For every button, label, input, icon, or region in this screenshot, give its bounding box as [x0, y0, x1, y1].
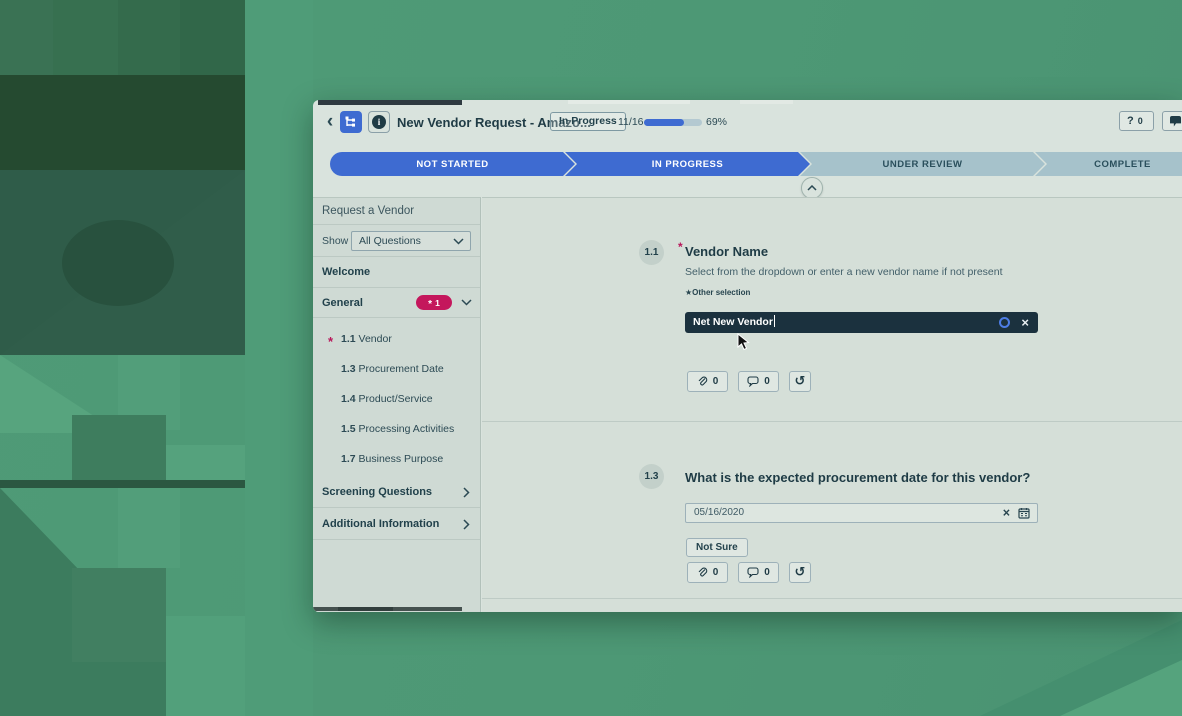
asterisk-icon: *: [428, 301, 432, 309]
clear-date-icon[interactable]: ×: [1003, 504, 1010, 522]
section-divider: [482, 421, 1182, 422]
not-sure-button[interactable]: Not Sure: [686, 538, 748, 557]
question-number-badge: 1.3: [639, 464, 664, 489]
show-filter-row: Show All Questions: [313, 225, 480, 257]
info-button[interactable]: i: [368, 111, 390, 133]
required-count-badge: * 1: [416, 295, 452, 310]
history-icon: ↺: [795, 372, 806, 391]
sidebar-bottom-strip: [313, 607, 462, 611]
progress-bar: [644, 119, 702, 126]
workflow-tree-button[interactable]: [340, 111, 362, 133]
other-selection-tag: ★Other selection: [685, 288, 750, 297]
stage-not-started[interactable]: NOT STARTED: [330, 152, 575, 176]
question-number-badge: 1.1: [639, 240, 664, 265]
required-asterisk-icon: *: [328, 327, 333, 357]
attachments-button[interactable]: 0: [687, 562, 728, 583]
back-chevron-icon[interactable]: ‹: [321, 110, 339, 134]
workflow-tree-icon: [345, 116, 357, 128]
sidebar-item-1-3-procurement-date[interactable]: 1.3 Procurement Date: [313, 354, 480, 384]
calendar-icon[interactable]: [1018, 507, 1030, 519]
question-description: Select from the dropdown or enter a new …: [685, 266, 1003, 278]
progress-fill: [644, 119, 684, 126]
chevron-up-icon: [807, 185, 817, 191]
status-badge: In Progress: [550, 112, 626, 131]
text-caret: [774, 315, 775, 327]
spinner-ring-icon: [999, 317, 1010, 328]
sidebar-item-additional-information[interactable]: Additional Information: [313, 508, 480, 540]
sidebar-item-1-7-business-purpose[interactable]: 1.7 Business Purpose: [313, 444, 480, 474]
sidebar-item-welcome[interactable]: Welcome: [313, 257, 480, 288]
show-label: Show: [322, 235, 348, 247]
window-header: ‹ i New Vendor Request - Amazo... In Pro…: [313, 105, 1182, 148]
sidebar-item-1-5-processing-activities[interactable]: 1.5 Processing Activities: [313, 414, 480, 444]
help-button[interactable]: ? 0: [1119, 111, 1154, 131]
paperclip-icon: [697, 376, 708, 387]
desktop: ‹ i New Vendor Request - Amazo... In Pro…: [0, 0, 1182, 716]
comment-flag-icon: [1170, 116, 1181, 127]
clear-input-icon[interactable]: ×: [1021, 312, 1029, 333]
sidebar-item-screening-questions[interactable]: Screening Questions: [313, 476, 480, 508]
workflow-stage-bar: NOT STARTED IN PROGRESS UNDER REVIEW COM…: [330, 152, 1182, 176]
chevron-down-icon: [461, 299, 472, 306]
question-nav-sidebar: Request a Vendor Show All Questions Welc…: [313, 197, 481, 612]
procurement-date-input[interactable]: 05/16/2020 ×: [685, 503, 1038, 523]
required-asterisk-icon: *: [678, 240, 683, 254]
progress-count: 11/16: [618, 116, 644, 128]
comment-bubble-icon: [747, 376, 759, 387]
stage-under-review[interactable]: UNDER REVIEW: [800, 152, 1045, 176]
app-window: ‹ i New Vendor Request - Amazo... In Pro…: [313, 100, 1182, 612]
chevron-down-icon: [453, 238, 464, 245]
section-divider: [482, 598, 1182, 599]
sidebar-item-1-4-product-service[interactable]: 1.4 Product/Service: [313, 384, 480, 414]
attachments-button[interactable]: 0: [687, 371, 728, 392]
chevron-right-icon: [463, 519, 470, 530]
comments-button[interactable]: 0: [738, 562, 779, 583]
collapse-stagebar-button[interactable]: [801, 177, 823, 199]
sidebar-item-1-1-vendor[interactable]: * 1.1 Vendor: [313, 324, 480, 354]
history-icon: ↺: [795, 563, 806, 582]
comments-button[interactable]: 0: [738, 371, 779, 392]
general-children: * 1.1 Vendor 1.3 Procurement Date 1.4 Pr…: [313, 324, 480, 474]
question-title: What is the expected procurement date fo…: [685, 470, 1030, 485]
question-icon: ?: [1127, 115, 1134, 127]
question-content-panel: 1.1 * Vendor Name Select from the dropdo…: [482, 197, 1182, 612]
stage-in-progress[interactable]: IN PROGRESS: [565, 152, 810, 176]
vendor-name-input[interactable]: Net New Vendor ×: [685, 312, 1038, 333]
history-button[interactable]: ↺: [789, 371, 811, 392]
mouse-cursor: [737, 333, 750, 351]
notes-button[interactable]: 0: [1162, 111, 1182, 131]
sidebar-item-general[interactable]: General * 1: [313, 288, 480, 318]
chevron-right-icon: [463, 487, 470, 498]
paperclip-icon: [697, 567, 708, 578]
stage-complete[interactable]: COMPLETE: [1035, 152, 1182, 176]
question-title: * Vendor Name: [685, 244, 768, 259]
history-button[interactable]: ↺: [789, 562, 811, 583]
show-questions-dropdown[interactable]: All Questions: [351, 231, 471, 251]
comment-bubble-icon: [747, 567, 759, 578]
info-icon: i: [372, 115, 386, 129]
progress-percent: 69%: [706, 116, 727, 128]
sidebar-title: Request a Vendor: [313, 198, 480, 225]
